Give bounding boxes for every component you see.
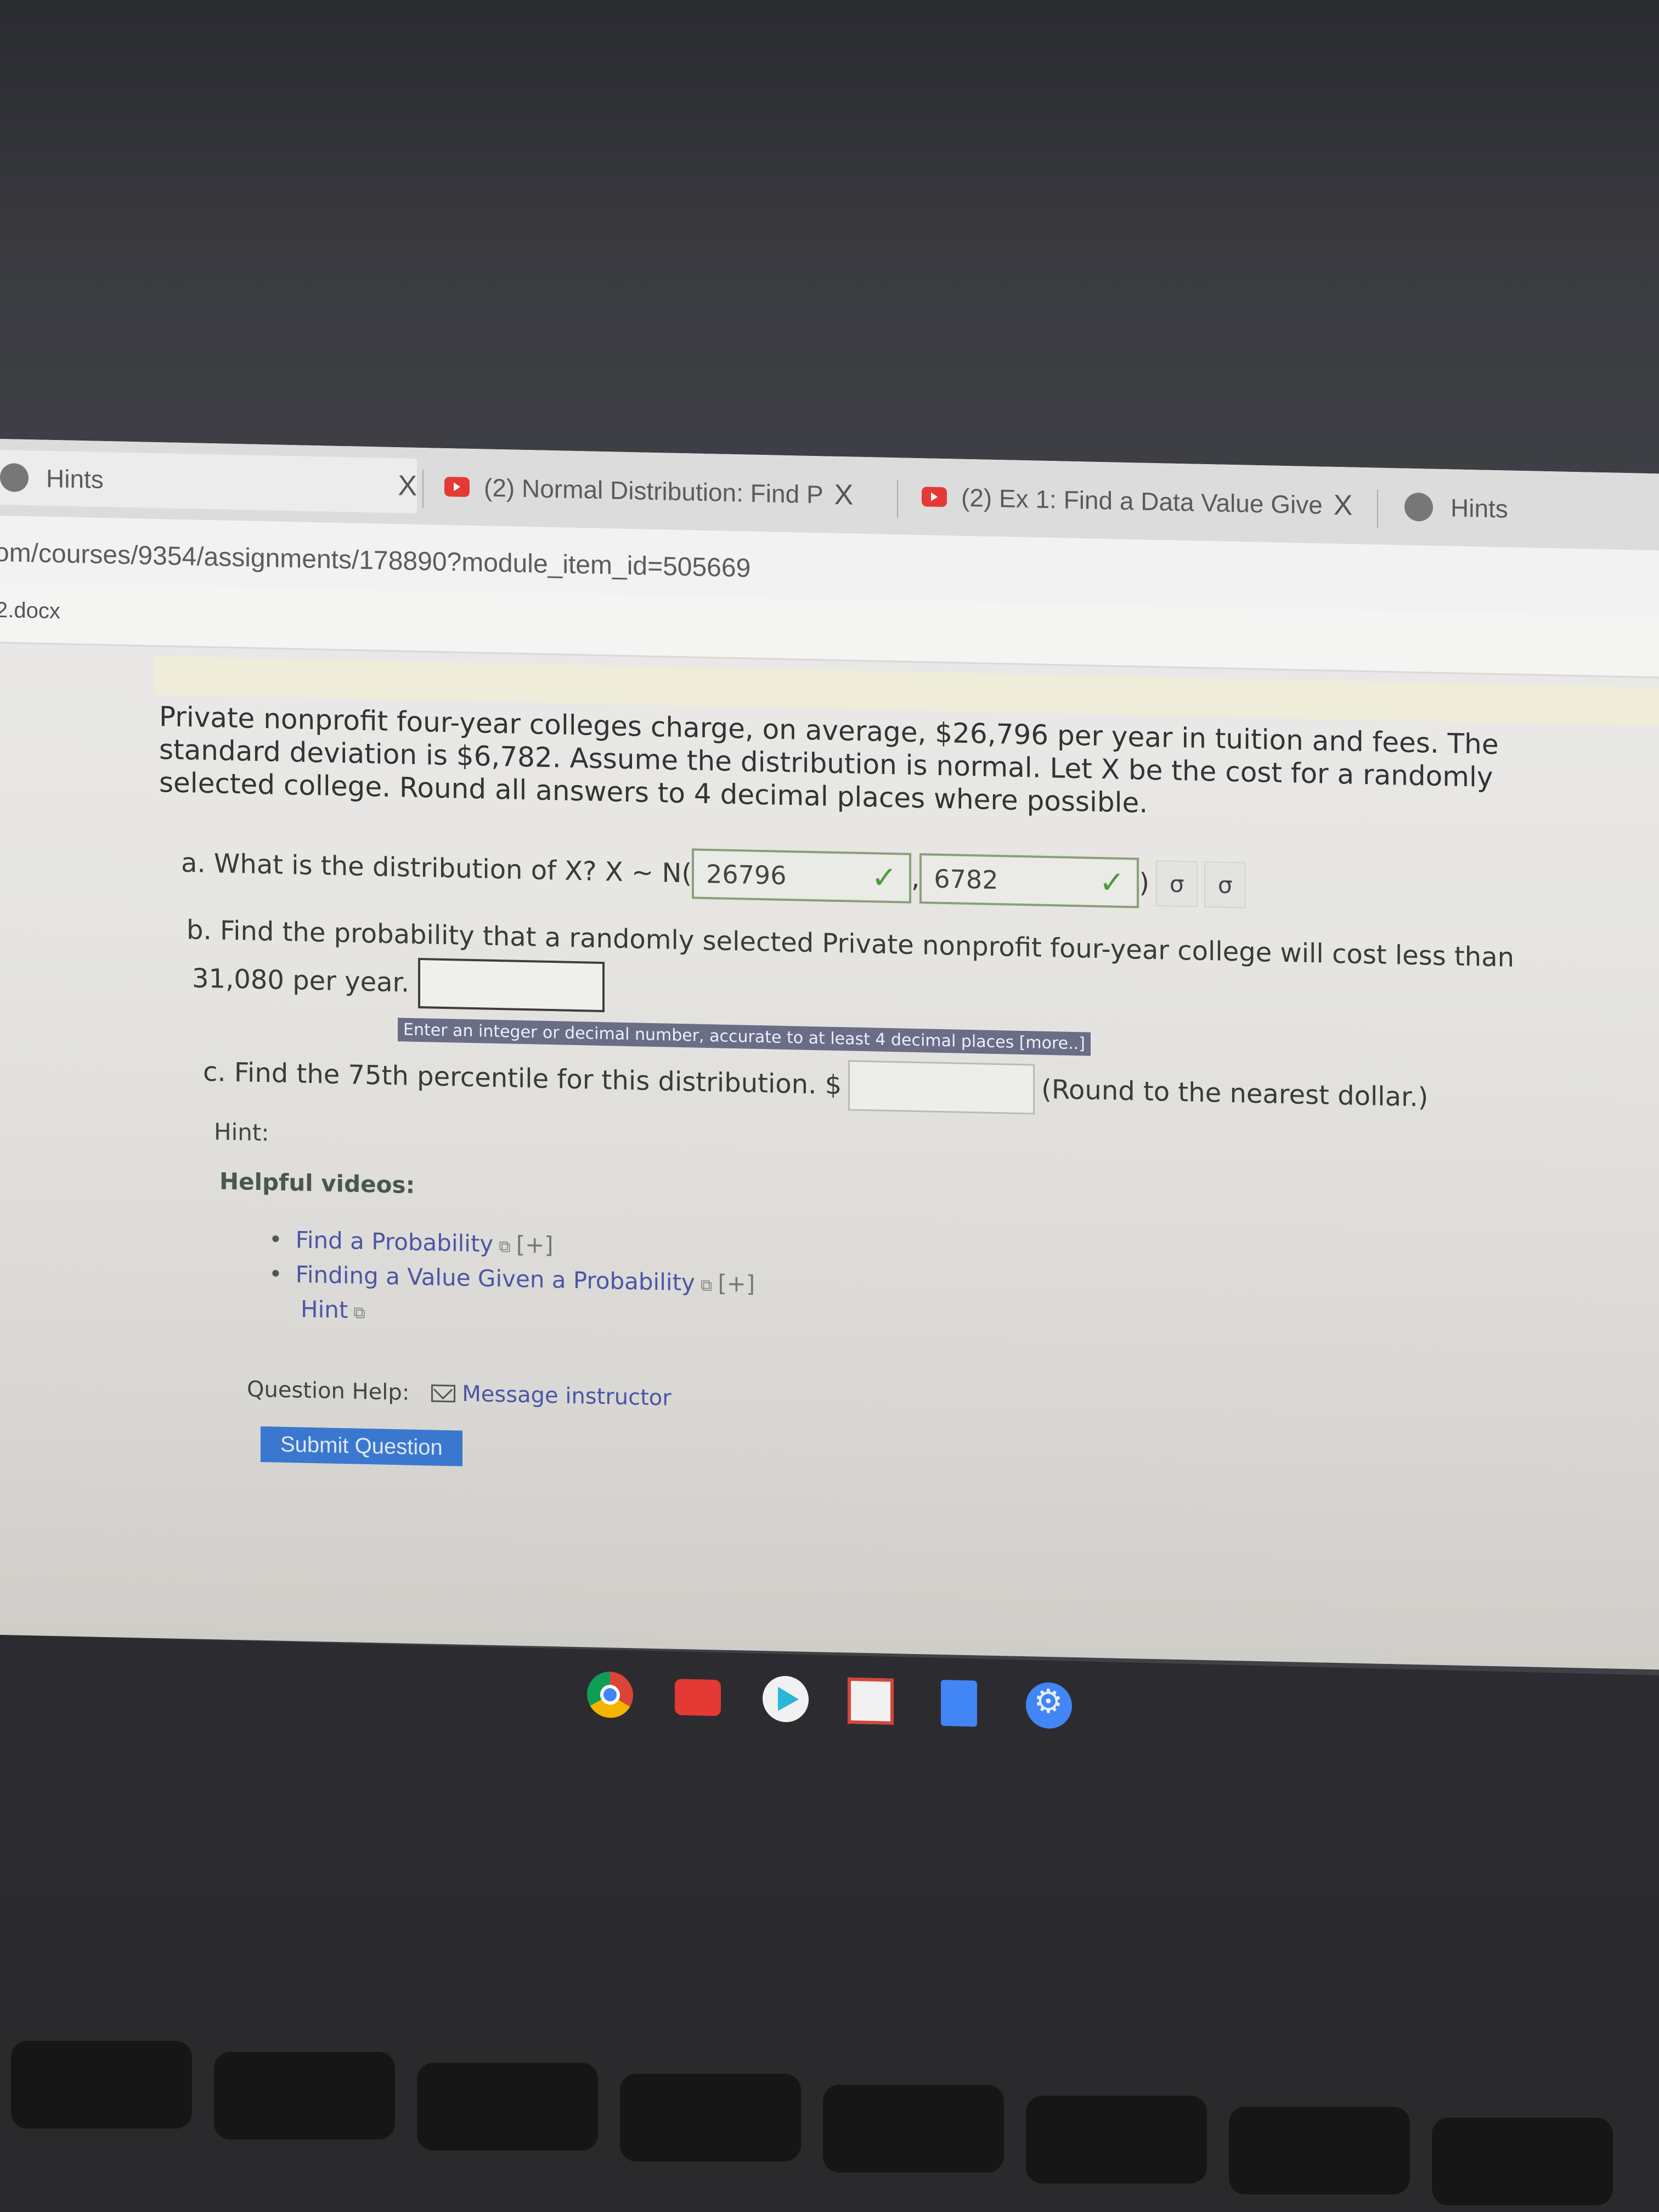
tab-label: Hints — [1451, 493, 1508, 523]
play-store-icon[interactable] — [763, 1675, 809, 1723]
sigma-button[interactable]: σ — [1204, 861, 1246, 909]
hint-label: Hint: — [214, 1118, 269, 1147]
expand-toggle[interactable]: [+] — [718, 1269, 755, 1297]
external-link-icon: ⧉ — [700, 1276, 713, 1296]
part-a: a. What is the distribution of X? X ~ N(… — [181, 838, 1246, 911]
expand-toggle[interactable]: [+] — [516, 1231, 554, 1259]
question-help-label: Question Help: — [247, 1376, 410, 1406]
tab-separator — [1377, 489, 1378, 528]
part-b-line2: 31,080 per year. — [192, 953, 605, 1013]
tab-label: Hints — [46, 464, 104, 494]
sigma-icon: σ — [1169, 870, 1184, 898]
tab-hints[interactable]: Hints X — [0, 449, 417, 514]
chromeos-shelf — [0, 1635, 1659, 1939]
helpful-videos-label: Helpful videos: — [219, 1167, 415, 1199]
mean-input[interactable]: 26796 ✓ — [692, 848, 912, 904]
tab-separator — [897, 479, 898, 518]
youtube-icon — [922, 487, 947, 507]
youtube-icon[interactable] — [675, 1679, 721, 1717]
answer-format-tooltip: Enter an integer or decimal number, accu… — [398, 1018, 1091, 1056]
close-icon[interactable]: X — [834, 478, 854, 512]
separator: , — [911, 862, 920, 894]
hint-favicon-icon — [1404, 492, 1433, 522]
part-c: c. Find the 75th percentile for this dis… — [203, 1047, 1428, 1123]
tab-label: (2) Ex 1: Find a Data Value Give — [961, 483, 1323, 520]
tab-separator — [422, 470, 424, 509]
percentile-input[interactable] — [848, 1060, 1035, 1115]
laptop-screen: Hints X (2) Normal Distribution: Find P … — [0, 439, 1659, 1670]
close-icon[interactable]: X — [1334, 489, 1353, 522]
gmail-icon[interactable] — [848, 1677, 894, 1725]
check-icon: ✓ — [871, 859, 898, 896]
sd-value: 6782 — [934, 864, 998, 895]
part-a-prompt: a. What is the distribution of X? X ~ N( — [181, 847, 692, 889]
key — [1229, 2107, 1410, 2194]
check-icon: ✓ — [1099, 864, 1125, 901]
question-stem: Private nonprofit four-year colleges cha… — [159, 701, 1499, 819]
key — [1432, 2118, 1613, 2205]
keyboard — [0, 1898, 1659, 2212]
part-c-prompt: c. Find the 75th percentile for this dis… — [203, 1056, 842, 1101]
chrome-icon[interactable] — [587, 1671, 633, 1719]
settings-icon[interactable] — [1026, 1681, 1072, 1729]
key — [214, 2052, 395, 2140]
sd-input[interactable]: 6782 ✓ — [919, 853, 1139, 909]
submit-question-button[interactable]: Submit Question — [261, 1426, 462, 1466]
sigma-button[interactable]: σ — [1156, 860, 1198, 907]
hint-favicon-icon — [0, 463, 29, 493]
key — [11, 2041, 192, 2129]
docs-icon[interactable] — [941, 1679, 977, 1727]
youtube-icon — [444, 476, 470, 497]
part-b-prompt-end: 31,080 per year. — [192, 963, 410, 998]
tab-hints-2[interactable]: Hints — [1404, 479, 1624, 539]
sigma-icon: σ — [1217, 871, 1233, 899]
mean-value: 26796 — [706, 859, 787, 891]
external-link-icon: ⧉ — [499, 1237, 511, 1257]
video-link[interactable]: Find a Probability — [296, 1226, 494, 1257]
rounding-note: (Round to the nearest dollar.) — [1041, 1074, 1429, 1113]
closing-paren: ) — [1139, 867, 1150, 899]
hint-link[interactable]: Hint — [301, 1295, 348, 1323]
external-link-icon: ⧉ — [353, 1303, 365, 1323]
message-instructor-link[interactable]: Message instructor — [462, 1381, 671, 1411]
probability-input[interactable] — [418, 957, 605, 1013]
downloaded-file[interactable]: 2.docx — [0, 598, 60, 624]
close-icon[interactable]: X — [398, 469, 417, 503]
question-help: Question Help: Message instructor — [247, 1376, 672, 1410]
video-list: • Find a Probability ⧉ [+] • Finding a Value… — [269, 1223, 755, 1338]
key — [417, 2063, 598, 2151]
key — [823, 2085, 1004, 2172]
tab-label: (2) Normal Distribution: Find P — [484, 473, 823, 509]
video-link[interactable]: Finding a Value Given a Probability — [296, 1261, 695, 1296]
tab-normal-distribution[interactable]: (2) Normal Distribution: Find P X — [444, 459, 878, 523]
url-text[interactable]: om/courses/9354/assignments/178890?modul… — [0, 538, 751, 584]
tab-find-data-value[interactable]: (2) Ex 1: Find a Data Value Give X — [922, 469, 1361, 533]
mail-icon — [431, 1384, 456, 1403]
key — [620, 2074, 801, 2162]
key — [1026, 2096, 1207, 2183]
